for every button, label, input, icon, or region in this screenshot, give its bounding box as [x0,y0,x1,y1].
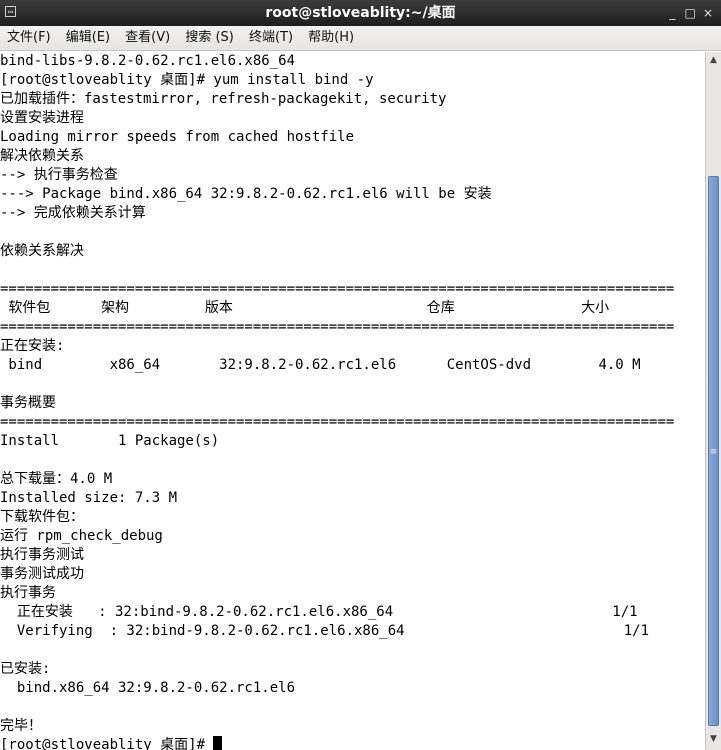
terminal-line: 执行事务测试 [0,547,84,563]
menu-terminal[interactable]: 终端(T) [244,26,298,50]
terminal-line: 设置安装进程 [0,110,84,126]
terminal-line: 依赖关系解决 [0,243,84,259]
scroll-thumb[interactable]: ≡ [708,176,719,726]
terminal-line: Install 1 Package(s) [0,433,220,449]
terminal-line: 运行 rpm_check_debug [0,528,163,544]
scroll-down-icon[interactable]: ▼ [707,733,720,746]
terminal-line: 事务测试成功 [0,566,84,582]
terminal-line: Verifying : 32:bind-9.8.2-0.62.rc1.el6.x… [0,623,650,639]
vertical-scrollbar[interactable]: ▲ ≡ ▼ [705,52,721,750]
terminal-line: 已安装: [0,661,51,677]
text-cursor [213,736,223,750]
terminal-line: 正在安装: [0,338,65,354]
terminal-line: 总下载量：4.0 M [0,471,113,487]
terminal-line: ========================================… [0,281,675,297]
terminal-line: 完毕！ [0,718,42,734]
terminal-line: [root@stloveablity 桌面]# [0,736,705,750]
terminal-line: Installed size: 7.3 M [0,490,178,506]
terminal-line: 事务概要 [0,395,56,411]
scroll-up-icon[interactable]: ▲ [707,54,720,67]
scroll-grip-icon: ≡ [709,447,718,457]
terminal-line: 已加载插件：fastestmirror, refresh-packagekit,… [0,91,447,107]
close-icon[interactable]: × [701,0,715,26]
terminal-line: --> 完成依赖关系计算 [0,205,146,221]
window-title: root@stloveablity:~/桌面 [265,5,456,21]
terminal-line: 执行事务 [0,585,56,601]
menu-edit[interactable]: 编辑(E) [61,26,115,50]
terminal-line: bind x86_64 32:9.8.2-0.62.rc1.el6 CentOS… [0,357,641,373]
terminal-line: ========================================… [0,319,675,335]
window-controls: _ □ × [665,0,715,26]
terminal-line: bind-libs-9.8.2-0.62.rc1.el6.x86_64 [0,53,296,69]
terminal-line: 解决依赖关系 [0,148,84,164]
terminal-line: 软件包 架构 版本 仓库 大小 [0,300,610,316]
menu-bar: 文件(F) 编辑(E) 查看(V) 搜索 (S) 终端(T) 帮助(H) [0,26,721,51]
menu-search[interactable]: 搜索 (S) [180,26,239,50]
terminal-line: Loading mirror speeds from cached hostfi… [0,129,355,145]
menu-help[interactable]: 帮助(H) [303,26,359,50]
menu-file[interactable]: 文件(F) [2,26,56,50]
terminal-line: [root@stloveablity 桌面]# yum install bind… [0,72,374,88]
terminal-line: ========================================… [0,414,675,430]
terminal-line: bind.x86_64 32:9.8.2-0.62.rc1.el6 [0,680,296,696]
title-bar[interactable]: ▭ root@stloveablity:~/桌面 _ □ × [0,0,721,26]
menu-view[interactable]: 查看(V) [120,26,175,50]
terminal-line: 正在安装 : 32:bind-9.8.2-0.62.rc1.el6.x86_64… [0,604,638,620]
terminal-output[interactable]: bind-libs-9.8.2-0.62.rc1.el6.x86_64 [root… [0,52,705,750]
terminal-line: 下载软件包： [0,509,84,525]
terminal-line: ---> Package bind.x86_64 32:9.8.2-0.62.r… [0,186,492,202]
maximize-icon[interactable]: □ [683,0,697,26]
terminal-window: ▭ root@stloveablity:~/桌面 _ □ × 文件(F) 编辑(… [0,0,721,750]
minimize-icon[interactable]: _ [665,0,679,26]
terminal-line: --> 执行事务检查 [0,167,118,183]
